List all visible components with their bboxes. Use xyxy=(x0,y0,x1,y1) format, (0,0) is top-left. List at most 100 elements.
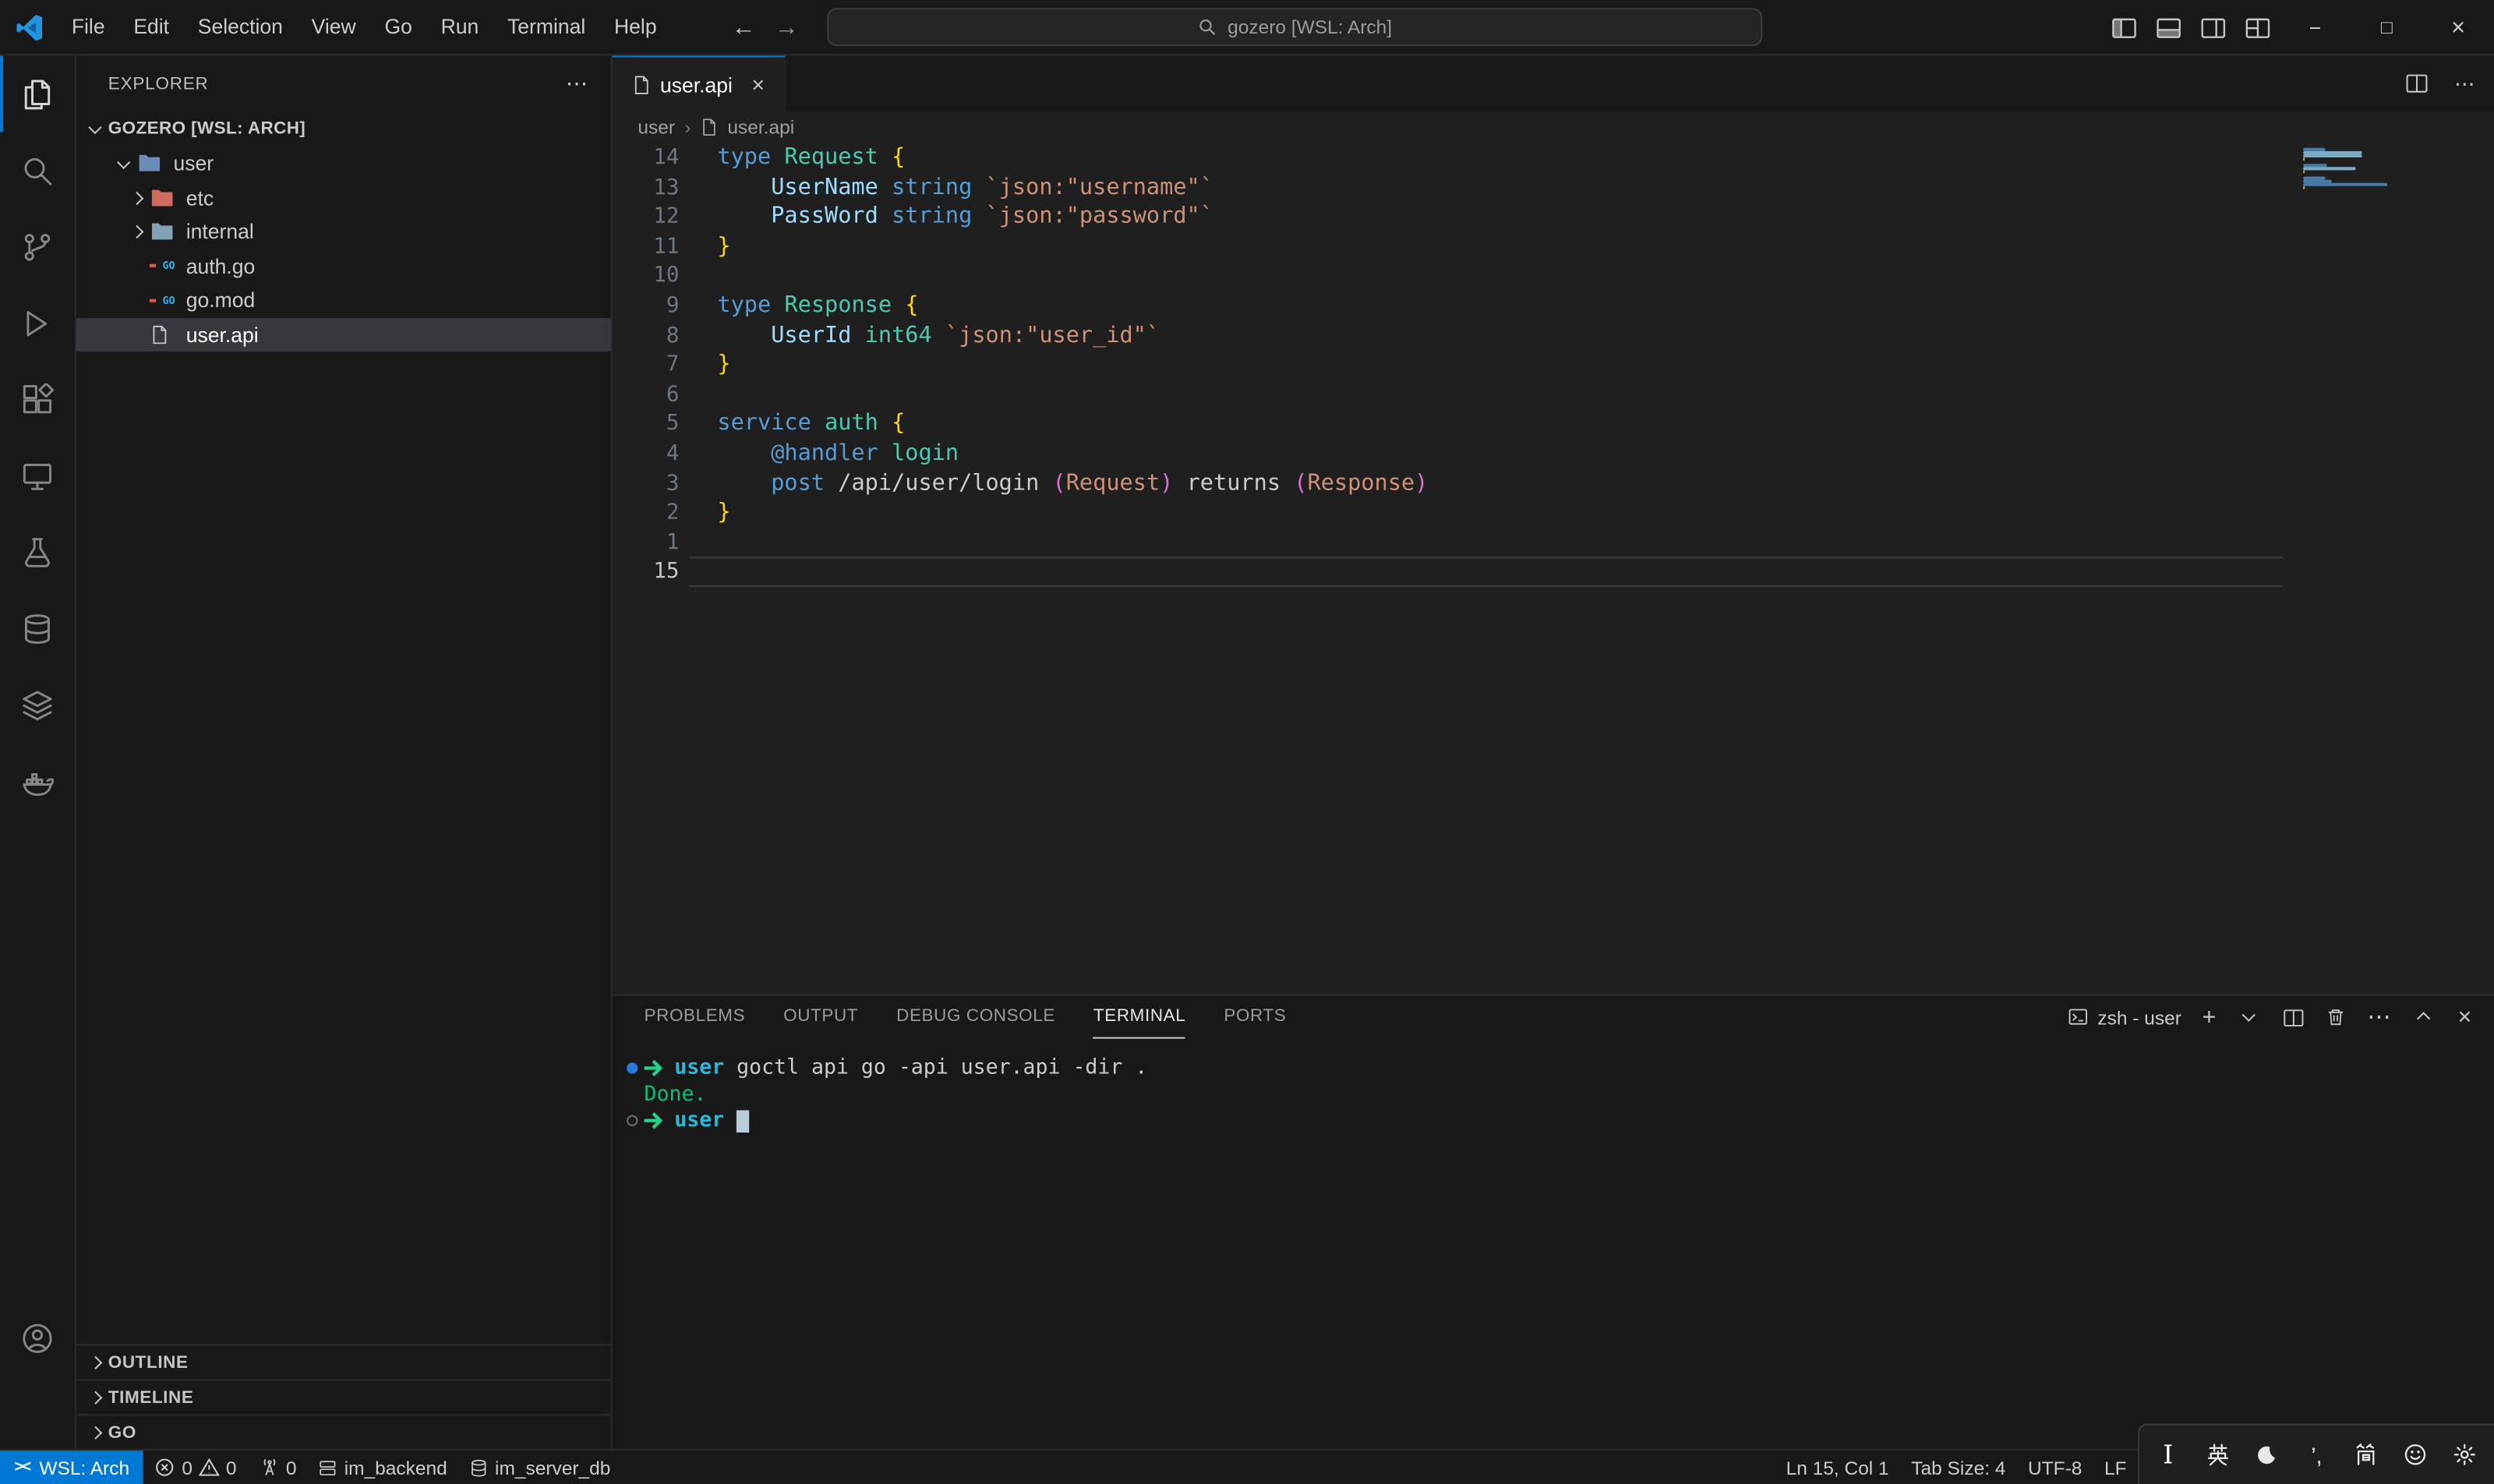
tree-item-user-api[interactable]: user.api xyxy=(76,317,611,352)
explorer-tree: user etc internalGOauth.goGOgo.moduser.api xyxy=(76,147,611,352)
encoding[interactable]: UTF-8 xyxy=(2017,1450,2093,1484)
panel-tab-ports[interactable]: PORTS xyxy=(1224,996,1286,1039)
ime-toolbar[interactable]: I ’, xyxy=(2138,1424,2494,1484)
command-decoration[interactable] xyxy=(620,1062,645,1073)
activity-explorer[interactable] xyxy=(0,55,75,132)
code-line[interactable]: 14type Request { xyxy=(613,143,2494,173)
explorer-more-icon[interactable]: ⋯ xyxy=(566,70,588,97)
tree-item-user[interactable]: user xyxy=(76,147,611,181)
activity-search[interactable] xyxy=(0,132,75,208)
toggle-secondary-sidebar-icon[interactable] xyxy=(2190,0,2234,55)
code-line[interactable]: 5service auth { xyxy=(613,409,2494,439)
menu-go[interactable]: Go xyxy=(370,0,426,54)
cursor-position[interactable]: Ln 15, Col 1 xyxy=(1775,1450,1900,1484)
menu-help[interactable]: Help xyxy=(600,0,671,54)
section-outline[interactable]: OUTLINE xyxy=(76,1344,611,1379)
ime-charset-icon[interactable] xyxy=(2345,1431,2386,1479)
code-line[interactable]: 2} xyxy=(613,498,2494,528)
panel-tab-terminal[interactable]: TERMINAL xyxy=(1093,996,1185,1039)
customize-layout-icon[interactable] xyxy=(2234,0,2279,55)
problems-status[interactable]: 0 0 xyxy=(143,1450,247,1484)
code-line[interactable]: 4 @handler login xyxy=(613,439,2494,468)
tree-item-label: etc xyxy=(186,186,214,210)
activity-docker[interactable] xyxy=(0,743,75,819)
code-line[interactable]: 13 UserName string `json:"username"` xyxy=(613,173,2494,203)
split-terminal-icon[interactable] xyxy=(2283,1006,2305,1029)
code-line[interactable]: 8 UserId int64 `json:"user_id"` xyxy=(613,320,2494,350)
minimize-button[interactable]: − xyxy=(2279,0,2351,55)
activity-database[interactable] xyxy=(0,590,75,666)
db-connection-backend[interactable]: im_backend xyxy=(308,1450,458,1484)
close-panel-icon[interactable]: × xyxy=(2458,1005,2472,1030)
activity-layers[interactable] xyxy=(0,666,75,743)
warning-icon xyxy=(199,1457,220,1478)
code-line[interactable]: 11} xyxy=(613,232,2494,262)
activity-account[interactable] xyxy=(0,1299,75,1376)
panel-tab-problems[interactable]: PROBLEMS xyxy=(645,996,746,1039)
activity-extensions[interactable] xyxy=(0,361,75,437)
tree-item-internal[interactable]: internal xyxy=(76,215,611,249)
remote-indicator[interactable]: >< WSL: Arch xyxy=(0,1450,143,1484)
section-timeline[interactable]: TIMELINE xyxy=(76,1379,611,1414)
ime-punctuation[interactable]: ’, xyxy=(2296,1431,2337,1479)
maximize-panel-icon[interactable] xyxy=(2411,1005,2437,1030)
activity-run-debug[interactable] xyxy=(0,284,75,361)
split-editor-icon[interactable] xyxy=(2405,72,2429,96)
code-line[interactable]: 3 post /api/user/login (Request) returns… xyxy=(613,468,2494,498)
code-line[interactable]: 12 PassWord string `json:"password"` xyxy=(613,203,2494,232)
tree-item-etc[interactable]: etc xyxy=(76,181,611,215)
close-button[interactable]: × xyxy=(2422,0,2494,55)
eol[interactable]: LF xyxy=(2093,1450,2138,1484)
minimap[interactable] xyxy=(2303,148,2462,195)
ime-settings-gear-icon[interactable] xyxy=(2444,1431,2485,1479)
tree-root[interactable]: GOZERO [WSL: ARCH] xyxy=(76,111,611,147)
activity-remote-explorer[interactable] xyxy=(0,437,75,514)
indentation[interactable]: Tab Size: 4 xyxy=(1900,1450,2017,1484)
forward-arrow-icon[interactable]: → xyxy=(775,14,799,41)
code-line[interactable]: 9type Response { xyxy=(613,291,2494,320)
command-decoration[interactable] xyxy=(620,1116,645,1127)
tree-item-go-mod[interactable]: GOgo.mod xyxy=(76,283,611,317)
menu-selection[interactable]: Selection xyxy=(183,0,297,54)
toggle-primary-sidebar-icon[interactable] xyxy=(2101,0,2146,55)
maximize-button[interactable]: □ xyxy=(2351,0,2422,55)
breadcrumb-file[interactable]: user.api xyxy=(727,116,794,139)
terminal-content[interactable]: user goctl api go -api user.api -dir .Do… xyxy=(613,1039,2494,1450)
code-line[interactable]: 1 xyxy=(613,528,2494,557)
breadcrumb-folder[interactable]: user xyxy=(638,116,675,139)
activity-testing[interactable] xyxy=(0,514,75,590)
tree-item-auth-go[interactable]: GOauth.go xyxy=(76,249,611,283)
new-terminal-icon[interactable]: + xyxy=(2202,1005,2216,1030)
back-arrow-icon[interactable]: ← xyxy=(732,14,756,41)
ime-language-mode-icon[interactable] xyxy=(2197,1431,2238,1479)
extensions-icon xyxy=(21,383,55,416)
editor-more-icon[interactable]: ⋯ xyxy=(2454,71,2475,97)
tab-close-icon[interactable]: × xyxy=(751,72,765,97)
menu-terminal[interactable]: Terminal xyxy=(493,0,600,54)
code-line[interactable]: 6 xyxy=(613,380,2494,409)
ime-fullwidth-moon-icon[interactable] xyxy=(2246,1431,2287,1479)
chevron-right-icon xyxy=(83,1419,108,1445)
command-center[interactable]: gozero [WSL: Arch] xyxy=(827,8,1762,46)
code-line[interactable]: 7} xyxy=(613,350,2494,380)
kill-terminal-icon[interactable] xyxy=(2326,1007,2347,1028)
panel-tab-debug-console[interactable]: DEBUG CONSOLE xyxy=(896,996,1055,1039)
activity-source-control[interactable] xyxy=(0,208,75,284)
menu-edit[interactable]: Edit xyxy=(119,0,183,54)
tab-user-api[interactable]: user.api × xyxy=(613,55,786,111)
ports-status[interactable]: 0 xyxy=(248,1450,308,1484)
panel-more-icon[interactable]: ⋯ xyxy=(2367,1005,2391,1030)
ime-emoji-icon[interactable] xyxy=(2395,1431,2436,1479)
section-go[interactable]: GO xyxy=(76,1414,611,1449)
terminal-dropdown-icon[interactable] xyxy=(2237,1005,2263,1030)
code-editor[interactable]: 14type Request {13 UserName string `json… xyxy=(613,143,2494,995)
menu-run[interactable]: Run xyxy=(426,0,493,54)
db-connection-serverdb[interactable]: im_server_db xyxy=(458,1450,622,1484)
menu-view[interactable]: View xyxy=(297,0,370,54)
toggle-panel-icon[interactable] xyxy=(2146,0,2190,55)
panel-tab-output[interactable]: OUTPUT xyxy=(783,996,858,1039)
terminal-instance[interactable]: zsh - user xyxy=(2068,1006,2181,1029)
code-line[interactable]: 15 xyxy=(613,557,2494,587)
menu-file[interactable]: File xyxy=(57,0,118,54)
code-line[interactable]: 10 xyxy=(613,261,2494,291)
